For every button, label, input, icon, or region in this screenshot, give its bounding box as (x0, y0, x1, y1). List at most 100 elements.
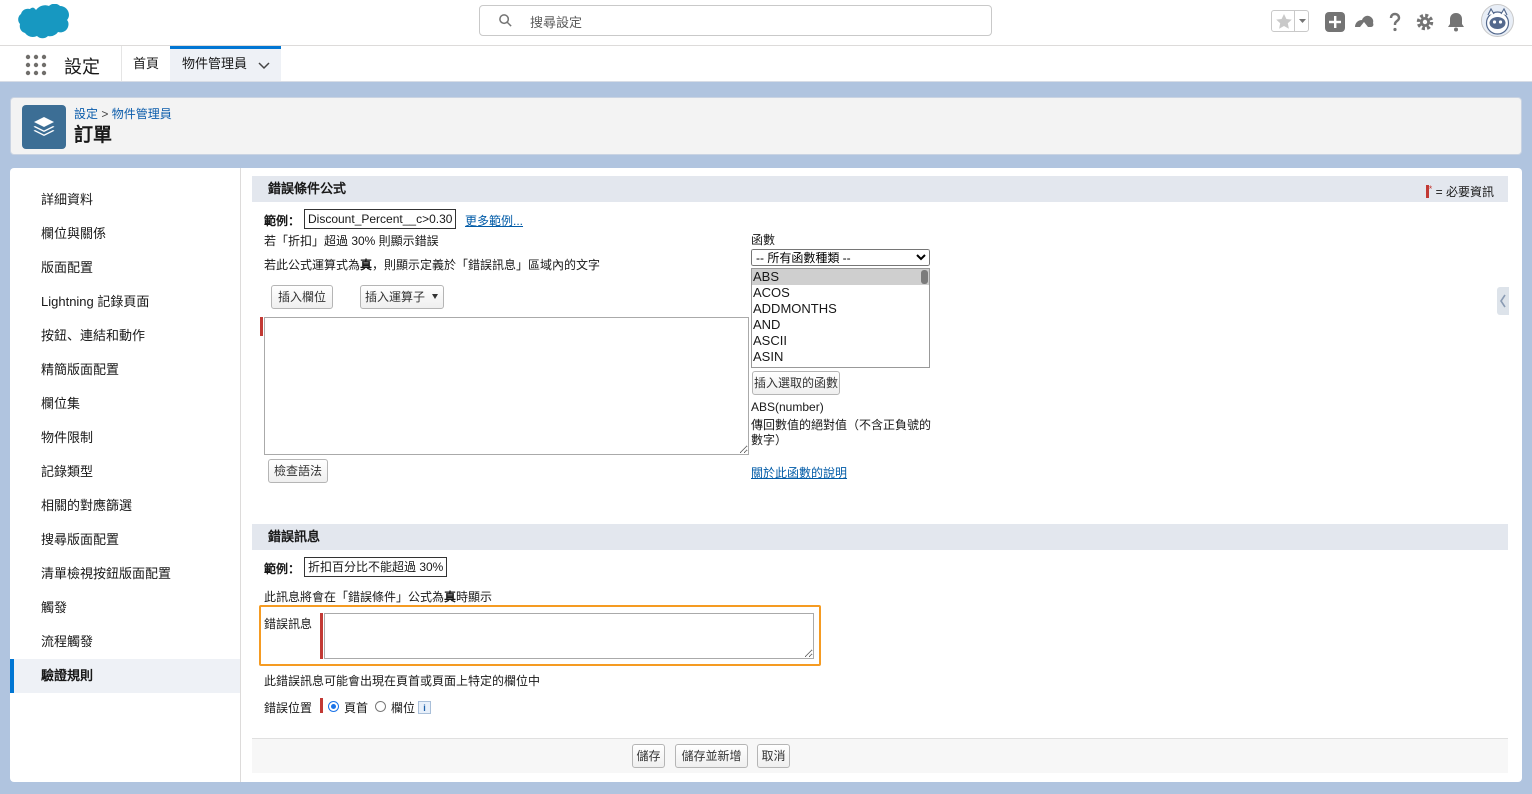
formula-example-value: Discount_Percent__c>0.30 (304, 209, 457, 229)
formula-help-text: 若此公式運算式為真，則顯示定義於「錯誤訊息」區域內的文字 (264, 256, 600, 273)
app-name: 設定 (64, 57, 100, 77)
functions-listbox[interactable]: ABS ACOS ADDMONTHS AND ASCII ASIN (751, 268, 930, 368)
sidebar-item-list-view-button-layout[interactable]: 清單檢視按鈕版面配置 (10, 557, 240, 591)
salesforce-logo[interactable] (12, 4, 70, 42)
insert-operator-label: 插入運算子 (365, 290, 426, 304)
function-option[interactable]: ASIN (752, 349, 929, 365)
favorites-dropdown[interactable] (1294, 11, 1310, 31)
sidebar-item-validation-rules[interactable]: 驗證規則 (10, 659, 240, 693)
object-icon (22, 105, 66, 149)
page-title: 訂單 (74, 125, 113, 146)
function-option[interactable]: AND (752, 317, 929, 333)
user-avatar[interactable] (1481, 4, 1514, 37)
function-help-link[interactable]: 關於此函數的說明 (751, 464, 847, 481)
sidebar-item-field-sets[interactable]: 欄位集 (10, 387, 240, 421)
save-button[interactable]: 儲存 (632, 744, 665, 768)
error-message-label: 錯誤訊息 (264, 617, 313, 631)
layers-icon (33, 117, 55, 136)
astro-avatar-icon (1485, 7, 1510, 35)
search-icon (499, 14, 512, 27)
function-option[interactable]: ABS (752, 269, 929, 285)
error-location-description: 此錯誤訊息可能會出現在頁首或頁面上特定的欄位中 (264, 674, 541, 688)
formula-example-label: 範例： (264, 214, 301, 228)
sidebar-item-fields-relationships[interactable]: 欄位與關係 (10, 217, 240, 251)
formula-help-prefix: 若此公式運算式為 (264, 258, 361, 272)
breadcrumb-object-manager[interactable]: 物件管理員 (112, 107, 172, 121)
add-icon[interactable] (1324, 11, 1346, 33)
global-header (0, 0, 1532, 46)
error-example-value: 折扣百分比不能超過 30% (304, 557, 448, 577)
formula-help-true: 真 (360, 258, 373, 272)
function-category-select[interactable]: -- 所有函數種類 -- (751, 249, 930, 266)
function-option[interactable]: ACOS (752, 285, 929, 301)
listbox-scrollbar[interactable] (921, 270, 928, 284)
formula-section-header: 錯誤條件公式 * = 必要資訊 (252, 176, 1508, 202)
function-option[interactable]: ASCII (752, 333, 929, 349)
app-nav-bar: 設定 首頁 物件管理員 (0, 46, 1532, 82)
required-indicator (320, 698, 323, 713)
insert-selected-function-button[interactable]: 插入選取的函數 (752, 371, 840, 395)
required-indicator (260, 317, 263, 336)
formula-textarea[interactable] (264, 317, 749, 455)
required-asterisk: * (1428, 184, 1433, 194)
tab-object-manager-label: 物件管理員 (182, 56, 248, 71)
main-card: 詳細資料 欄位與關係 版面配置 Lightning 記錄頁面 按鈕、連結和動作 … (10, 168, 1522, 782)
formula-section-title: 錯誤條件公式 (268, 181, 347, 196)
info-icon[interactable]: i (418, 701, 431, 714)
notifications-bell-icon[interactable] (1445, 11, 1467, 33)
tab-object-manager[interactable]: 物件管理員 (170, 46, 281, 81)
sidebar-item-buttons-links-actions[interactable]: 按鈕、連結和動作 (10, 319, 240, 353)
required-indicator (320, 613, 323, 659)
function-signature: ABS(number) (751, 400, 824, 414)
gear-icon[interactable] (1414, 11, 1436, 33)
cancel-button[interactable]: 取消 (757, 744, 790, 768)
save-and-new-button[interactable]: 儲存並新增 (675, 744, 748, 768)
sidebar-item-triggers[interactable]: 觸發 (10, 591, 240, 625)
location-top-radio[interactable] (328, 701, 339, 712)
error-help-suffix: 時顯示 (456, 590, 493, 604)
tab-home[interactable]: 首頁 (133, 46, 159, 81)
insert-operator-button[interactable]: 插入運算子 (360, 285, 444, 309)
error-message-textarea[interactable] (324, 613, 814, 659)
more-examples-link[interactable]: 更多範例... (465, 212, 523, 229)
function-option[interactable]: ADDMONTHS (752, 301, 929, 317)
error-location-label: 錯誤位置 (264, 701, 313, 715)
error-section-title: 錯誤訊息 (268, 529, 321, 544)
object-sidebar: 詳細資料 欄位與關係 版面配置 Lightning 記錄頁面 按鈕、連結和動作 … (10, 168, 241, 782)
nav-divider (121, 46, 122, 81)
check-syntax-button[interactable]: 檢查語法 (268, 459, 328, 483)
search-input[interactable] (528, 11, 972, 33)
caret-down-icon (432, 294, 438, 299)
sidebar-item-page-layouts[interactable]: 版面配置 (10, 251, 240, 285)
required-legend: * = 必要資訊 (1425, 176, 1494, 205)
sidebar-item-details[interactable]: 詳細資料 (10, 183, 240, 217)
required-legend-text: = 必要資訊 (1435, 185, 1494, 199)
favorites-control[interactable] (1271, 10, 1309, 32)
sidebar-item-lightning-record-pages[interactable]: Lightning 記錄頁面 (10, 285, 240, 319)
star-icon[interactable] (1274, 12, 1294, 32)
collapse-panel-handle[interactable] (1497, 287, 1509, 315)
sidebar-item-search-layouts[interactable]: 搜尋版面配置 (10, 523, 240, 557)
sidebar-item-record-types[interactable]: 記錄類型 (10, 455, 240, 489)
sidebar-item-related-lookup-filters[interactable]: 相關的對應篩選 (10, 489, 240, 523)
help-icon[interactable] (1384, 11, 1406, 33)
chevron-left-icon (1500, 294, 1506, 308)
sidebar-item-compact-layouts[interactable]: 精簡版面配置 (10, 353, 240, 387)
search-box[interactable] (479, 5, 992, 36)
trailhead-icon[interactable] (1353, 11, 1375, 33)
location-top-label[interactable]: 頁首 (344, 699, 368, 716)
form-footer: 儲存 儲存並新增 取消 (252, 738, 1508, 773)
error-help-text: 此訊息將會在「錯誤條件」公式為真時顯示 (264, 588, 492, 605)
chevron-down-icon[interactable] (258, 59, 270, 71)
breadcrumb-setup[interactable]: 設定 (74, 107, 98, 121)
error-help-true: 真 (444, 590, 457, 604)
location-field-radio[interactable] (375, 701, 386, 712)
app-launcher-icon[interactable] (25, 54, 47, 76)
insert-field-button[interactable]: 插入欄位 (271, 285, 333, 309)
sidebar-item-object-limits[interactable]: 物件限制 (10, 421, 240, 455)
chevron-down-icon (1299, 19, 1306, 23)
error-section-header: 錯誤訊息 (252, 524, 1508, 550)
sidebar-item-flow-triggers[interactable]: 流程觸發 (10, 625, 240, 659)
error-help-prefix: 此訊息將會在「錯誤條件」公式為 (264, 590, 445, 604)
location-field-label[interactable]: 欄位 (391, 699, 415, 716)
